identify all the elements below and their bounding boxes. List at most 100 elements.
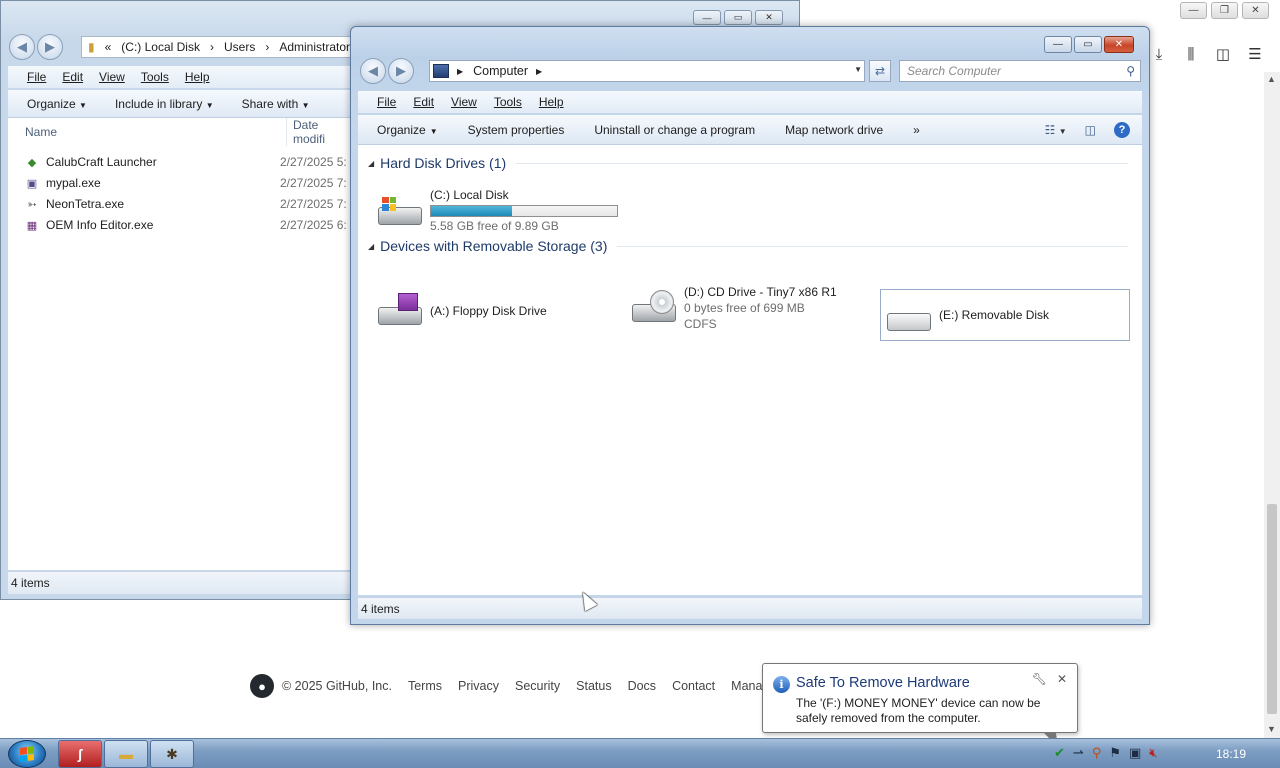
forward-button[interactable]: ▶ (37, 34, 63, 60)
address-sep[interactable]: › (265, 40, 269, 54)
forward-button[interactable]: ▶ (388, 58, 414, 84)
download-icon[interactable]: ⤓ (1150, 45, 1168, 63)
menu-help[interactable]: Help (539, 95, 564, 109)
flash-icon[interactable]: ʃ (58, 740, 102, 768)
search-input[interactable]: Search Computer ⚲ (899, 60, 1141, 82)
chevron-right-icon[interactable]: ▶ (536, 67, 542, 76)
footer-link-status[interactable]: Status (576, 679, 611, 693)
back-minimize-button[interactable]: — (693, 10, 721, 25)
share-with-button[interactable]: Share with ▼ (242, 97, 310, 111)
chevron-down-icon[interactable]: ▼ (854, 65, 862, 74)
address-sep[interactable]: › (210, 40, 214, 54)
system-properties-button[interactable]: System properties (468, 123, 565, 137)
footer-link-contact[interactable]: Contact (672, 679, 715, 693)
file-row[interactable]: ➳ NeonTetra.exe 2/27/2025 7: (24, 194, 354, 214)
folder-icon: ▮ (88, 40, 95, 54)
close-button[interactable]: ✕ (1104, 36, 1134, 53)
menu-bar: File Edit View Tools Help (358, 91, 1142, 113)
action-center-flag-icon[interactable]: ⚑ (1109, 745, 1121, 761)
menu-tools[interactable]: Tools (141, 70, 169, 84)
address-bar[interactable]: ▶ Computer ▶ ▼ (429, 60, 865, 82)
scrollbar-thumb[interactable] (1267, 504, 1277, 714)
menu-file[interactable]: File (377, 95, 396, 109)
group-header-removable[interactable]: ◢ Devices with Removable Storage (3) (368, 238, 1128, 254)
address-crumb-users[interactable]: Users (224, 40, 255, 54)
file-name: OEM Info Editor.exe (46, 218, 154, 232)
change-view-icon[interactable]: ☷ ▼ (1045, 123, 1067, 137)
sidebar-icon[interactable]: ◫ (1214, 45, 1232, 63)
more-commands-button[interactable]: » (913, 123, 920, 137)
footer-copyright: © 2025 GitHub, Inc. (282, 679, 392, 693)
start-button[interactable] (8, 740, 46, 768)
map-network-drive-button[interactable]: Map network drive (785, 123, 883, 137)
github-logo-icon[interactable]: ● (250, 674, 274, 698)
column-header-date[interactable]: Date modifi (286, 118, 351, 146)
menu-help[interactable]: Help (185, 70, 210, 84)
display-icon[interactable]: ▣ (1129, 745, 1141, 761)
preview-pane-icon[interactable]: ◫ (1085, 123, 1096, 137)
back-button[interactable]: ◀ (360, 58, 386, 84)
back-close-button[interactable]: ✕ (755, 10, 783, 25)
footer-link-privacy[interactable]: Privacy (458, 679, 499, 693)
network-icon[interactable]: ⇀ (1073, 745, 1084, 761)
command-bar: Organize ▼ System properties Uninstall or… (358, 115, 1142, 145)
maximize-button[interactable]: ▭ (1074, 36, 1102, 53)
back-address-bar[interactable]: ▮ « (C:) Local Disk › Users › Administra… (81, 36, 353, 58)
drive-e-removable[interactable]: (E:) Removable Disk (880, 289, 1130, 341)
footer-link-security[interactable]: Security (515, 679, 560, 693)
drive-d-cd[interactable]: (D:) CD Drive - Tiny7 x86 R1 0 bytes fre… (630, 284, 837, 332)
organize-button[interactable]: Organize ▼ (377, 123, 438, 137)
file-row[interactable]: ▦ OEM Info Editor.exe 2/27/2025 6: (24, 215, 354, 235)
menu-file[interactable]: File (27, 70, 46, 84)
drive-c-local-disk[interactable]: (C:) Local Disk 5.58 GB free of 9.89 GB (376, 187, 618, 234)
address-crumb-local-disk[interactable]: (C:) Local Disk (121, 40, 200, 54)
back-button[interactable]: ◀ (9, 34, 35, 60)
search-icon[interactable]: ⚲ (1126, 64, 1135, 78)
menu-icon[interactable]: ☰ (1246, 45, 1264, 63)
footer-link-terms[interactable]: Terms (408, 679, 442, 693)
search-tray-icon[interactable]: ⚲ (1092, 745, 1102, 761)
browser-toolbar: ⤓ ⫼ ◫ ☰ (1150, 40, 1280, 68)
menu-edit[interactable]: Edit (62, 70, 83, 84)
include-in-library-button[interactable]: Include in library ▼ (115, 97, 214, 111)
file-row[interactable]: ▣ mypal.exe 2/27/2025 7: (24, 173, 354, 193)
group-header-hard-disks[interactable]: ◢ Hard Disk Drives (1) (368, 155, 1128, 171)
address-crumb-administrator[interactable]: Administrator (279, 40, 350, 54)
browser-minimize-button[interactable]: — (1180, 2, 1207, 19)
wrench-icon[interactable]: 🔧︎ (1032, 672, 1047, 686)
game-icon[interactable]: ✱ (150, 740, 194, 768)
minimize-button[interactable]: — (1044, 36, 1072, 53)
collapse-triangle-icon[interactable]: ◢ (368, 242, 374, 251)
menu-tools[interactable]: Tools (494, 95, 522, 109)
menu-view[interactable]: View (99, 70, 125, 84)
explorer-icon[interactable]: ▬ (104, 740, 148, 768)
scroll-up-arrow-icon[interactable]: ▲ (1267, 74, 1276, 84)
file-date: 2/27/2025 5: (280, 155, 347, 169)
column-header-name[interactable]: Name (25, 118, 57, 146)
library-icon[interactable]: ⫼ (1182, 45, 1200, 63)
browser-restore-button[interactable]: ❐ (1211, 2, 1238, 19)
browser-close-button[interactable]: ✕ (1242, 2, 1269, 19)
collapse-triangle-icon[interactable]: ◢ (368, 159, 374, 168)
chevron-right-icon[interactable]: ▶ (457, 67, 463, 76)
menu-edit[interactable]: Edit (413, 95, 434, 109)
address-crumb-computer[interactable]: Computer (473, 64, 528, 78)
back-maximize-button[interactable]: ▭ (724, 10, 752, 25)
help-icon[interactable]: ? (1114, 122, 1130, 138)
clock[interactable]: 18:19 (1216, 747, 1246, 761)
address-overflow[interactable]: « (105, 40, 112, 54)
notification-balloon[interactable]: i Safe To Remove Hardware The '(F:) MONE… (762, 663, 1078, 747)
footer-link-docs[interactable]: Docs (628, 679, 656, 693)
refresh-button[interactable]: ⇄ (869, 60, 891, 82)
organize-button[interactable]: Organize ▼ (27, 97, 87, 111)
volume-muted-icon[interactable]: 🔇︎ (1149, 745, 1157, 761)
close-icon[interactable]: ✕ (1057, 672, 1067, 686)
drive-a-floppy[interactable]: (A:) Floppy Disk Drive (376, 293, 547, 329)
hard-drive-icon (376, 193, 424, 229)
scroll-down-arrow-icon[interactable]: ▼ (1267, 724, 1276, 734)
safely-remove-hardware-icon[interactable]: ✔ (1054, 745, 1065, 761)
menu-view[interactable]: View (451, 95, 477, 109)
file-row[interactable]: ◆ CalubCraft Launcher 2/27/2025 5: (24, 152, 354, 172)
uninstall-program-button[interactable]: Uninstall or change a program (594, 123, 755, 137)
browser-scrollbar[interactable]: ▲ ▼ (1264, 72, 1280, 738)
